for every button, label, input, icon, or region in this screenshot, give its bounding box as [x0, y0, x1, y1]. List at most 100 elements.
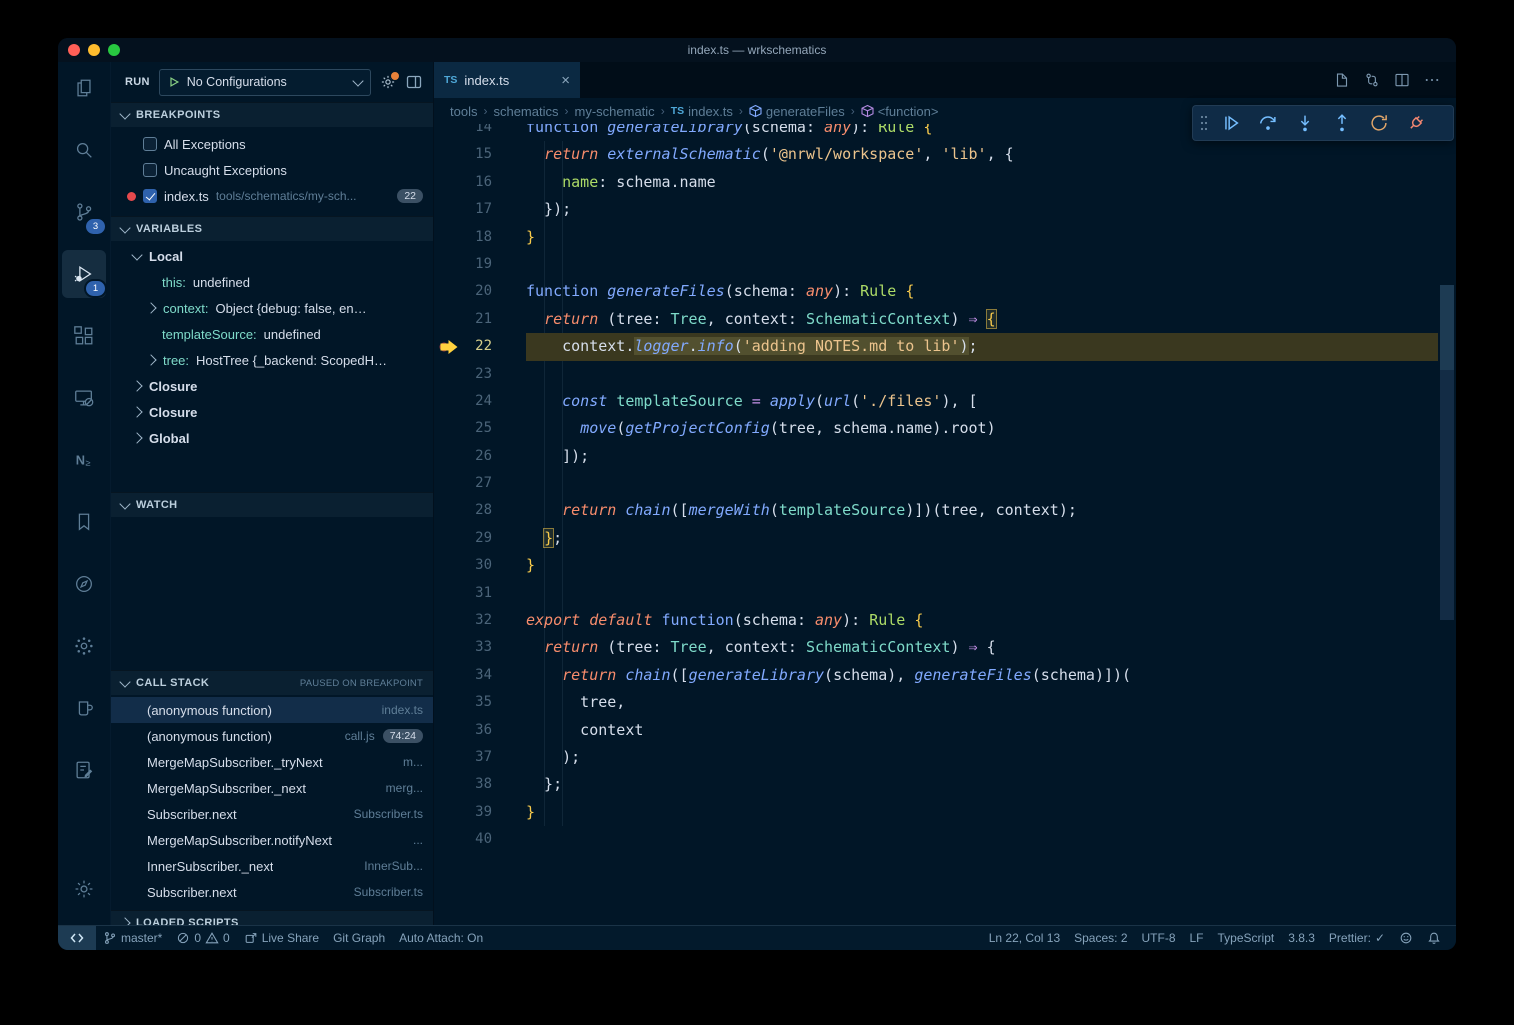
code-line[interactable]: 28 return chain([mergeWith(templateSourc…: [434, 497, 1438, 524]
variable-row[interactable]: Closure: [111, 373, 433, 399]
call-stack-frame[interactable]: Subscriber.nextSubscriber.ts: [111, 801, 433, 827]
code-line[interactable]: 21 return (tree: Tree, context: Schemati…: [434, 306, 1438, 333]
code-line[interactable]: 37 );: [434, 744, 1438, 771]
breadcrumb-item-function[interactable]: <function>: [861, 104, 939, 119]
drag-handle[interactable]: [1196, 112, 1212, 134]
call-stack-frame[interactable]: (anonymous function)call.js74:24: [111, 723, 433, 749]
line-number[interactable]: 38: [434, 771, 492, 798]
code-line[interactable]: 17 });: [434, 196, 1438, 223]
close-tab-icon[interactable]: ×: [561, 73, 570, 88]
git-branch-status[interactable]: master*: [96, 926, 169, 950]
line-number[interactable]: 15: [434, 141, 492, 168]
breadcrumb-item-file[interactable]: TS index.ts: [671, 104, 733, 119]
typescript-version[interactable]: 3.8.3: [1281, 926, 1322, 950]
code-line[interactable]: 26 ]);: [434, 443, 1438, 470]
zoom-button[interactable]: [108, 44, 120, 56]
remote-indicator[interactable]: [58, 926, 96, 950]
line-number[interactable]: 21: [434, 306, 492, 333]
chevron-right-icon[interactable]: [145, 302, 156, 313]
line-number[interactable]: 33: [434, 634, 492, 661]
line-number[interactable]: 17: [434, 196, 492, 223]
line-number[interactable]: 25: [434, 415, 492, 442]
code-line[interactable]: 35 tree,: [434, 689, 1438, 716]
minimize-button[interactable]: [88, 44, 100, 56]
breakpoint-checkbox[interactable]: [143, 163, 157, 177]
call-stack-frame[interactable]: MergeMapSubscriber._nextmerg...: [111, 775, 433, 801]
code-line[interactable]: 31: [434, 580, 1438, 607]
line-number[interactable]: 36: [434, 717, 492, 744]
line-number[interactable]: 29: [434, 525, 492, 552]
sidebar-item-sync[interactable]: [62, 622, 106, 670]
chevron-right-icon[interactable]: [131, 406, 142, 417]
feedback-button[interactable]: [1392, 926, 1420, 950]
sidebar-item-run-debug[interactable]: 1: [62, 250, 106, 298]
breakpoint-checkbox[interactable]: [143, 137, 157, 151]
chevron-right-icon[interactable]: [131, 432, 142, 443]
tab-index-ts[interactable]: TS index.ts ×: [434, 62, 580, 98]
open-panel-button[interactable]: [405, 73, 423, 91]
restart-button[interactable]: [1360, 108, 1397, 138]
code-editor[interactable]: 14function generateLibrary(schema: any):…: [434, 124, 1456, 925]
line-number[interactable]: 20: [434, 278, 492, 305]
encoding-status[interactable]: UTF-8: [1135, 926, 1183, 950]
continue-button[interactable]: [1212, 108, 1249, 138]
line-number[interactable]: 18: [434, 224, 492, 251]
call-stack-frame[interactable]: MergeMapSubscriber._tryNextm...: [111, 749, 433, 775]
line-number[interactable]: 26: [434, 443, 492, 470]
code-line[interactable]: 33 return (tree: Tree, context: Schemati…: [434, 634, 1438, 661]
sidebar-item-remote-explorer[interactable]: [62, 374, 106, 422]
debug-settings-button[interactable]: [380, 74, 396, 90]
sidebar-item-nx-console[interactable]: N≥: [62, 436, 106, 484]
variable-row[interactable]: tree:HostTree {_backend: ScopedH…: [111, 347, 433, 373]
language-mode[interactable]: TypeScript: [1211, 926, 1282, 950]
loaded-scripts-header[interactable]: LOADED SCRIPTS: [111, 910, 433, 925]
line-number[interactable]: 14: [434, 124, 492, 141]
breadcrumb-item[interactable]: tools: [450, 104, 477, 119]
sidebar-item-bookmarks[interactable]: [62, 498, 106, 546]
line-number[interactable]: 35: [434, 689, 492, 716]
sidebar-item-search[interactable]: [62, 126, 106, 174]
code-line[interactable]: 32export default function(schema: any): …: [434, 607, 1438, 634]
line-number[interactable]: 32: [434, 607, 492, 634]
line-number[interactable]: 16: [434, 169, 492, 196]
sidebar-item-explorer[interactable]: [62, 64, 106, 112]
call-stack-frame[interactable]: (anonymous function)index.ts: [111, 697, 433, 723]
breadcrumb-item-symbol[interactable]: generateFiles: [749, 104, 845, 119]
breakpoint-row[interactable]: index.tstools/schematics/my-sch...22: [111, 183, 433, 209]
live-share-status[interactable]: Live Share: [237, 926, 326, 950]
manage-button[interactable]: [62, 865, 106, 913]
split-editor-button[interactable]: [1388, 66, 1416, 94]
code-line[interactable]: 29 };: [434, 525, 1438, 552]
line-number[interactable]: 19: [434, 251, 492, 278]
prettier-status[interactable]: Prettier: ✓: [1322, 926, 1392, 950]
line-number[interactable]: 24: [434, 388, 492, 415]
debug-config-dropdown[interactable]: No Configurations: [159, 69, 371, 96]
code-line[interactable]: 15 return externalSchematic('@nrwl/works…: [434, 141, 1438, 168]
call-stack-frame[interactable]: Subscriber.nextSubscriber.ts: [111, 879, 433, 905]
line-number[interactable]: 39: [434, 799, 492, 826]
variable-row[interactable]: Closure: [111, 399, 433, 425]
git-graph-status[interactable]: Git Graph: [326, 926, 392, 950]
code-line[interactable]: 27: [434, 470, 1438, 497]
variable-row[interactable]: this:undefined: [111, 269, 433, 295]
code-line[interactable]: 19: [434, 251, 1438, 278]
code-line[interactable]: 38 };: [434, 771, 1438, 798]
more-actions-button[interactable]: [1418, 66, 1446, 94]
code-line[interactable]: 20function generateFiles(schema: any): R…: [434, 278, 1438, 305]
code-line[interactable]: 36 context: [434, 717, 1438, 744]
open-changes-button[interactable]: [1328, 66, 1356, 94]
eol-status[interactable]: LF: [1183, 926, 1211, 950]
notifications-button[interactable]: [1420, 926, 1448, 950]
line-number[interactable]: 28: [434, 497, 492, 524]
sidebar-item-notes[interactable]: [62, 746, 106, 794]
line-number[interactable]: 23: [434, 361, 492, 388]
line-number[interactable]: 34: [434, 662, 492, 689]
breakpoint-checkbox[interactable]: [143, 189, 157, 203]
sidebar-item-source-control[interactable]: 3: [62, 188, 106, 236]
code-line[interactable]: 22 context.logger.info('adding NOTES.md …: [434, 333, 1438, 360]
minimap[interactable]: [1438, 124, 1456, 925]
line-number[interactable]: 40: [434, 826, 492, 853]
line-number[interactable]: 37: [434, 744, 492, 771]
variables-header[interactable]: VARIABLES: [111, 216, 433, 241]
call-stack-frame[interactable]: InnerSubscriber._nextInnerSub...: [111, 853, 433, 879]
